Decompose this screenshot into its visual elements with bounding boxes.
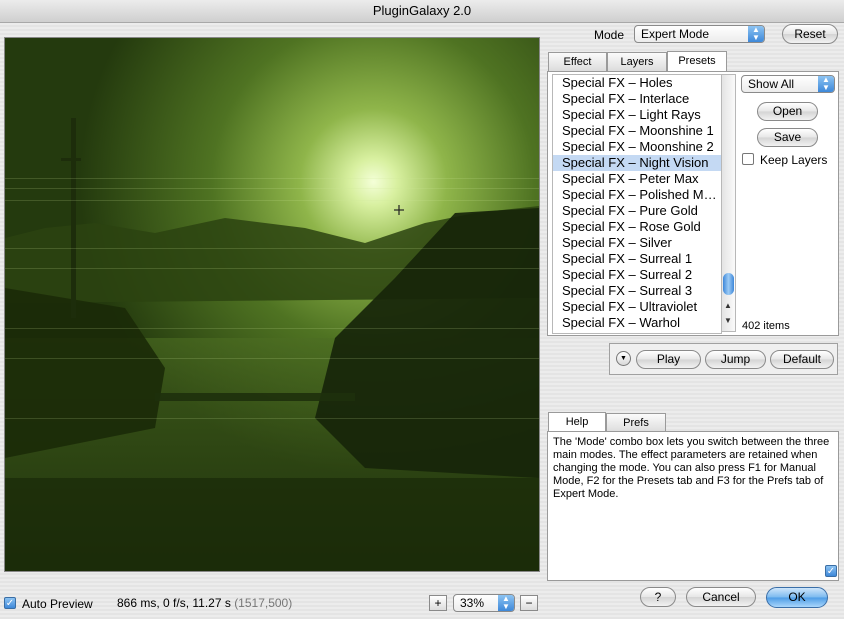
save-preset-button[interactable]: Save bbox=[757, 128, 818, 147]
list-item[interactable]: Special FX – Surreal 3 bbox=[553, 283, 721, 299]
tab-prefs[interactable]: Prefs bbox=[606, 413, 666, 432]
window-title-bar: PluginGalaxy 2.0 bbox=[0, 0, 844, 23]
keep-layers-checkbox[interactable] bbox=[742, 153, 754, 165]
help-panel: The 'Mode' combo box lets you switch bet… bbox=[547, 431, 839, 581]
list-item[interactable]: Special FX – Interlace bbox=[553, 91, 721, 107]
help-button[interactable]: ? bbox=[640, 587, 676, 607]
mode-label: Mode bbox=[594, 28, 625, 42]
tab-presets[interactable]: Presets bbox=[667, 51, 727, 72]
list-item[interactable]: Special FX – Light Rays bbox=[553, 107, 721, 123]
keep-layers-label: Keep Layers bbox=[760, 153, 828, 167]
list-item[interactable]: Special FX – Moonshine 2 bbox=[553, 139, 721, 155]
help-toggle-checkbox[interactable]: ✓ bbox=[825, 565, 837, 577]
list-item-selected[interactable]: Special FX – Night Vision bbox=[553, 155, 721, 171]
list-item[interactable]: Special FX – Silver bbox=[553, 235, 721, 251]
chevron-updown-icon: ▲ ▼ bbox=[748, 26, 764, 42]
tab-layers[interactable]: Layers bbox=[607, 52, 667, 71]
chevron-updown-icon: ▲ ▼ bbox=[818, 76, 834, 92]
scroll-up-arrow-icon[interactable]: ▲ bbox=[724, 301, 732, 310]
list-item[interactable]: Special FX – Pure Gold bbox=[553, 203, 721, 219]
list-item[interactable]: Special FX – Ultraviolet bbox=[553, 299, 721, 315]
cursor-coords: (1517,500) bbox=[234, 596, 293, 610]
zoom-out-button[interactable]: − bbox=[520, 595, 538, 611]
preset-filter-value: Show All bbox=[748, 77, 795, 91]
list-item[interactable]: Special FX – Holes bbox=[553, 75, 721, 91]
list-item[interactable]: Special FX – Warhol bbox=[553, 315, 721, 331]
zoom-select[interactable]: 33% ▲ ▼ bbox=[453, 594, 515, 612]
reset-button[interactable]: Reset bbox=[782, 24, 838, 44]
zoom-in-button[interactable]: + bbox=[429, 595, 447, 611]
list-item[interactable]: Special FX – Peter Max bbox=[553, 171, 721, 187]
render-stats-text: 866 ms, 0 f/s, 11.27 s bbox=[117, 596, 231, 610]
mode-select[interactable]: Expert Mode ▲ ▼ bbox=[634, 25, 765, 43]
play-button[interactable]: Play bbox=[636, 350, 701, 369]
zoom-value: 33% bbox=[460, 596, 485, 610]
night-vision-preview-graphic bbox=[5, 38, 539, 571]
tab-help[interactable]: Help bbox=[548, 412, 606, 432]
mode-select-value: Expert Mode bbox=[641, 27, 710, 41]
scroll-down-arrow-icon[interactable]: ▼ bbox=[724, 316, 732, 325]
auto-preview-checkbox[interactable]: ✓ bbox=[4, 597, 16, 609]
render-stats: 866 ms, 0 f/s, 11.27 s (1517,500) bbox=[117, 596, 292, 610]
open-preset-button[interactable]: Open bbox=[757, 102, 818, 121]
preview-image[interactable] bbox=[4, 37, 540, 572]
default-button[interactable]: Default bbox=[770, 350, 834, 369]
auto-preview-label: Auto Preview bbox=[22, 597, 93, 611]
preset-count: 402 items bbox=[742, 320, 790, 332]
list-item[interactable]: Special FX – Moonshine 1 bbox=[553, 123, 721, 139]
list-item[interactable]: Special FX – Surreal 1 bbox=[553, 251, 721, 267]
disclosure-triangle-icon[interactable]: ▼ bbox=[616, 351, 631, 366]
list-item[interactable]: Special FX – Rose Gold bbox=[553, 219, 721, 235]
preset-filter-select[interactable]: Show All ▲ ▼ bbox=[741, 75, 835, 93]
ok-button[interactable]: OK bbox=[766, 587, 828, 608]
tab-effect[interactable]: Effect bbox=[548, 52, 607, 71]
preset-list[interactable]: Special FX – Holes Special FX – Interlac… bbox=[552, 74, 722, 334]
preset-list-scrollbar[interactable]: ▲ ▼ bbox=[721, 74, 736, 332]
window-title: PluginGalaxy 2.0 bbox=[372, 3, 472, 18]
chevron-updown-icon: ▲ ▼ bbox=[498, 595, 514, 611]
cancel-button[interactable]: Cancel bbox=[686, 587, 756, 607]
scrollbar-thumb[interactable] bbox=[723, 273, 734, 295]
help-text: The 'Mode' combo box lets you switch bet… bbox=[553, 436, 830, 500]
jump-button[interactable]: Jump bbox=[705, 350, 766, 369]
list-item[interactable]: Special FX – Surreal 2 bbox=[553, 267, 721, 283]
list-item[interactable]: Special FX – Polished M… bbox=[553, 187, 721, 203]
